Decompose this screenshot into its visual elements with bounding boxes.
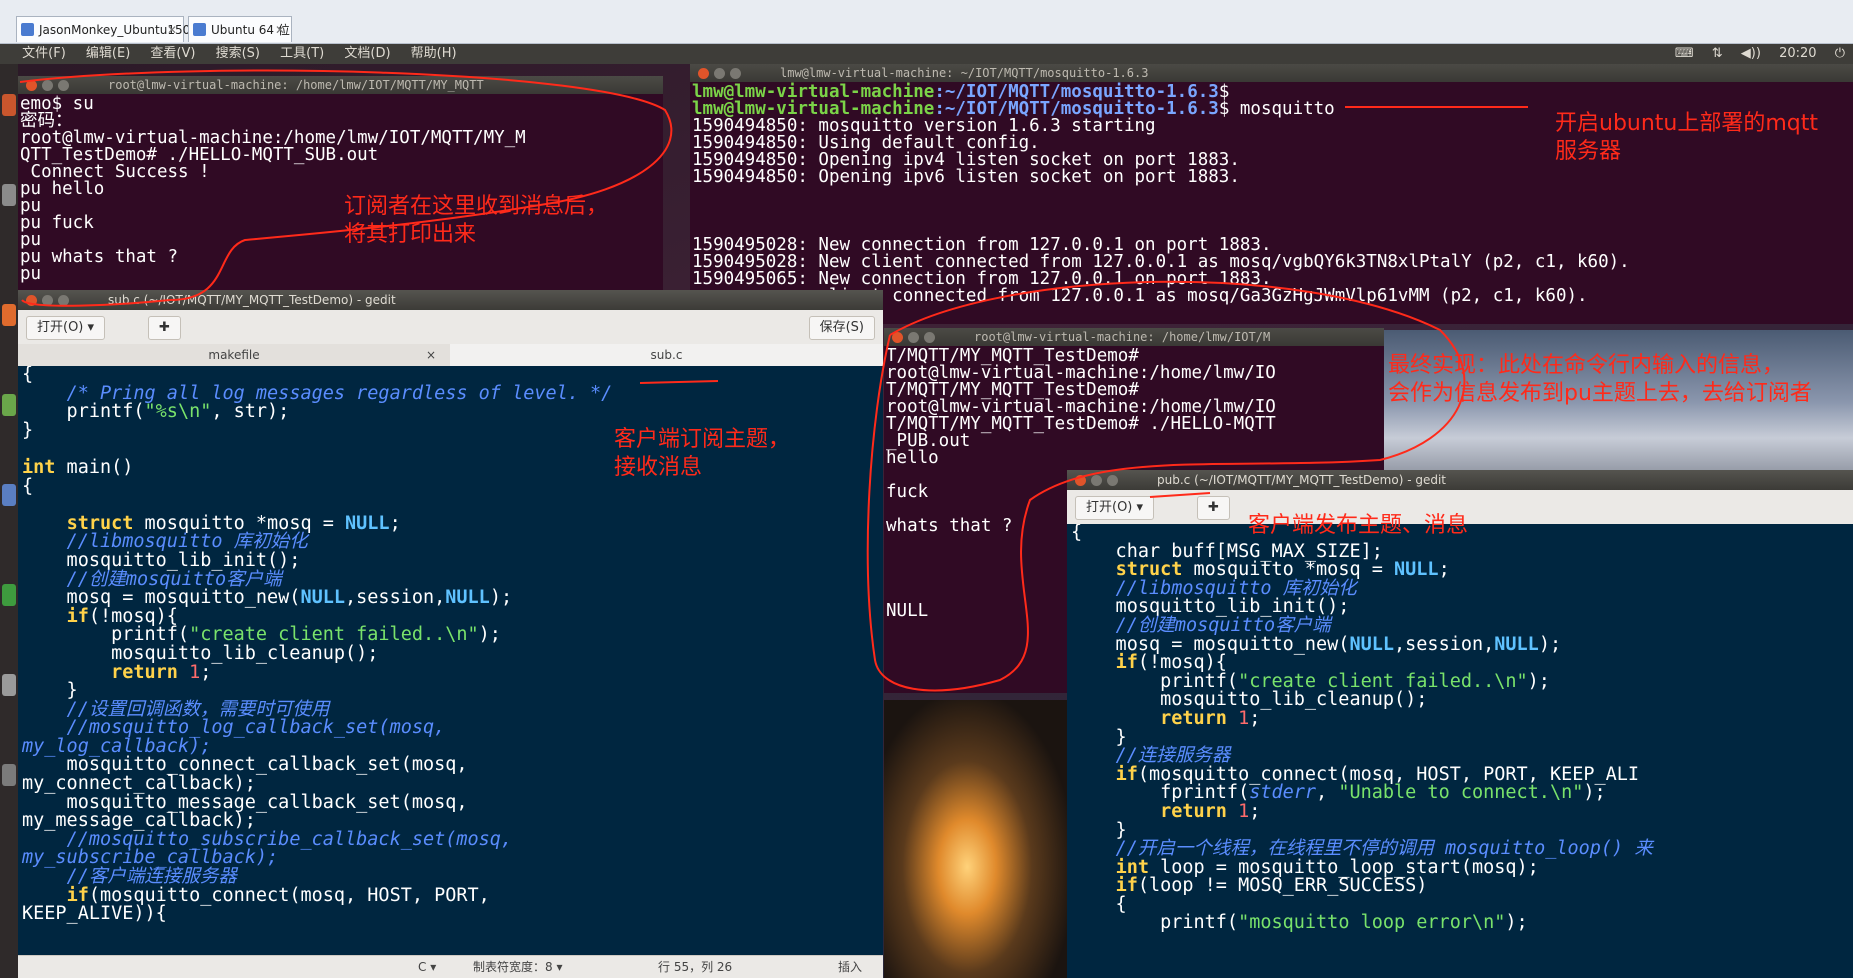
language-selector[interactable]: C ▾ <box>418 956 436 978</box>
maximize-icon[interactable] <box>730 68 741 79</box>
launcher-app-icon[interactable] <box>2 184 16 206</box>
menu-edit[interactable]: 编辑(E) <box>86 44 130 64</box>
window-titlebar[interactable]: sub.c (~/IOT/MQTT/MY_MQTT_TestDemo) - ge… <box>18 290 883 310</box>
minimize-icon[interactable] <box>42 295 53 306</box>
window-titlebar[interactable]: root@lmw-virtual-machine: /home/lmw/IOT/… <box>884 328 1384 346</box>
system-tray: ⌨ ⇅ ◀)) 20:20 ⏻ <box>1661 44 1845 64</box>
maximize-icon[interactable] <box>924 332 935 343</box>
vm-icon <box>193 23 206 36</box>
insert-mode: 插入 <box>838 960 863 974</box>
minimize-icon[interactable] <box>908 332 919 343</box>
launcher-app-icon[interactable] <box>2 674 16 696</box>
cursor-position: 行 55，列 26 <box>658 960 733 974</box>
annotation-subscriber: 订阅者在这里收到消息后， 将其打印出来 <box>344 194 609 247</box>
keyboard-icon[interactable]: ⌨ <box>1675 46 1694 61</box>
minimize-icon[interactable] <box>1091 475 1102 486</box>
network-icon[interactable]: ⇅ <box>1712 46 1723 61</box>
close-icon[interactable]: ✕ <box>275 17 285 43</box>
close-icon[interactable] <box>26 80 37 91</box>
tab-sub-c[interactable]: sub.c <box>450 344 883 366</box>
window-title: sub.c (~/IOT/MQTT/MY_MQTT_TestDemo) - ge… <box>108 293 396 307</box>
new-document-icon[interactable]: ✚ <box>148 316 181 340</box>
window-title: root@lmw-virtual-machine: /home/lmw/IOT/… <box>108 78 484 92</box>
minimize-icon[interactable] <box>714 68 725 79</box>
window-titlebar[interactable]: lmw@lmw-virtual-machine: ~/IOT/MQTT/mosq… <box>690 64 1853 82</box>
close-icon[interactable] <box>698 68 709 79</box>
vm-tab-strip: JasonMonkey_Ubuntu150G ✕ Ubuntu 64 位 ✕ <box>0 0 1853 44</box>
window-titlebar[interactable]: root@lmw-virtual-machine: /home/lmw/IOT/… <box>18 76 663 94</box>
menu-tools[interactable]: 工具(T) <box>280 44 324 64</box>
close-icon[interactable] <box>1075 475 1086 486</box>
menu-help[interactable]: 帮助(H) <box>411 44 457 64</box>
volume-icon[interactable]: ◀)) <box>1741 46 1761 61</box>
top-menu-bar: 文件(F) 编辑(E) 查看(V) 搜索(S) 工具(T) 文档(D) 帮助(H… <box>0 44 1853 64</box>
annotation-final: 最终实现：此处在命令行内输入的信息， 会作为信息发布到pu主题上去，去给订阅者 <box>1388 353 1812 406</box>
gedit-tabs: makefile × sub.c <box>18 344 883 367</box>
minimize-icon[interactable] <box>42 80 53 91</box>
maximize-icon[interactable] <box>58 295 69 306</box>
annotation-broker: 开启ubuntu上部署的mqtt 服务器 <box>1555 111 1819 164</box>
launcher-app-icon[interactable] <box>2 584 16 606</box>
vm-tab-jasonmonkey[interactable]: JasonMonkey_Ubuntu150G ✕ <box>16 16 200 43</box>
menu-view[interactable]: 查看(V) <box>150 44 195 64</box>
status-bar: C ▾ 制表符宽度：8 ▾ 行 55，列 26 插入 <box>18 955 883 978</box>
close-icon[interactable]: × <box>426 344 436 366</box>
launcher <box>0 64 18 978</box>
window-title: lmw@lmw-virtual-machine: ~/IOT/MQTT/mosq… <box>780 66 1149 80</box>
power-icon[interactable]: ⏻ <box>1835 46 1845 61</box>
window-title: pub.c (~/IOT/MQTT/MY_MQTT_TestDemo) - ge… <box>1157 473 1447 487</box>
tab-makefile[interactable]: makefile × <box>18 344 450 366</box>
menu-search[interactable]: 搜索(S) <box>216 44 260 64</box>
window-title: root@lmw-virtual-machine: /home/lmw/IOT/… <box>974 330 1271 344</box>
close-icon[interactable] <box>26 295 37 306</box>
menu-file[interactable]: 文件(F) <box>22 44 66 64</box>
subscriber-terminal-window[interactable]: root@lmw-virtual-machine: /home/lmw/IOT/… <box>18 76 663 292</box>
launcher-app-icon[interactable] <box>2 394 16 416</box>
code-editor[interactable]: { char buff[MSG_MAX_SIZE]; struct mosqui… <box>1067 524 1853 978</box>
broker-terminal-window[interactable]: lmw@lmw-virtual-machine: ~/IOT/MQTT/mosq… <box>690 64 1853 324</box>
launcher-app-icon[interactable] <box>2 94 16 116</box>
window-titlebar[interactable]: pub.c (~/IOT/MQTT/MY_MQTT_TestDemo) - ge… <box>1067 470 1853 490</box>
vm-icon <box>21 23 34 36</box>
launcher-app-icon[interactable] <box>2 764 16 786</box>
open-button[interactable]: 打开(O) ▾ <box>26 316 106 340</box>
sub-gedit-window[interactable]: sub.c (~/IOT/MQTT/MY_MQTT_TestDemo) - ge… <box>18 290 883 978</box>
vm-tab-ubuntu64[interactable]: Ubuntu 64 位 ✕ <box>188 16 292 42</box>
launcher-app-icon[interactable] <box>2 484 16 506</box>
menu-documents[interactable]: 文档(D) <box>344 44 390 64</box>
terminal-output[interactable]: lmw@lmw-virtual-machine:~/IOT/MQTT/mosqu… <box>692 83 1630 305</box>
terminal-output[interactable]: emo$ su 密码： root@lmw-virtual-machine:/ho… <box>20 95 526 283</box>
launcher-app-icon[interactable] <box>2 304 16 326</box>
clock[interactable]: 20:20 <box>1779 46 1816 61</box>
pub-gedit-window[interactable]: pub.c (~/IOT/MQTT/MY_MQTT_TestDemo) - ge… <box>1067 470 1853 978</box>
save-button[interactable]: 保存(S) <box>808 316 875 340</box>
open-button[interactable]: 打开(O) ▾ <box>1075 496 1155 520</box>
maximize-icon[interactable] <box>1107 475 1118 486</box>
maximize-icon[interactable] <box>58 80 69 91</box>
wallpaper-image <box>884 700 1069 978</box>
close-icon[interactable]: ✕ <box>167 17 177 43</box>
annotation-client-sub: 客户端订阅主题， 接收消息 <box>614 427 791 480</box>
new-document-icon[interactable]: ✚ <box>1197 496 1230 520</box>
close-icon[interactable] <box>892 332 903 343</box>
gedit-toolbar: 打开(O) ▾ ✚ 保存(S) <box>18 310 883 345</box>
annotation-client-pub: 客户端发布主题、消息 <box>1248 513 1469 538</box>
tab-width-selector[interactable]: 制表符宽度：8 ▾ <box>473 956 562 978</box>
